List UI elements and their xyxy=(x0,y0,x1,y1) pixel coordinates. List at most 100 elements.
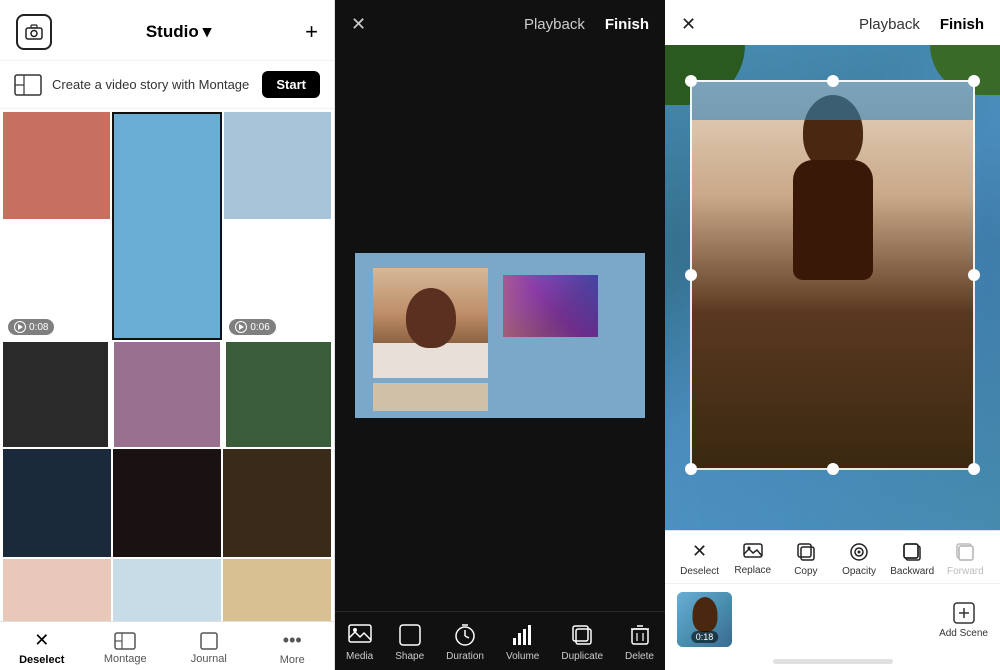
tool-duplicate-label: Duplicate xyxy=(561,651,603,662)
grid-row-1: 0:08 0:06 xyxy=(3,112,331,340)
tab-deselect-label: Deselect xyxy=(19,654,64,666)
finish-button[interactable]: Finish xyxy=(605,16,649,33)
studio-header: Studio ▾ + xyxy=(0,0,334,61)
scene-thumbnail[interactable]: 0:18 xyxy=(677,592,732,647)
scene-strip: 0:18 Add Scene xyxy=(665,583,1000,655)
photo-cell[interactable] xyxy=(114,342,219,447)
overlay-playback-button[interactable]: Playback xyxy=(859,16,920,33)
overlay-finish-button[interactable]: Finish xyxy=(940,16,984,33)
tool-backward[interactable]: Backward xyxy=(890,542,934,577)
photo-cell[interactable] xyxy=(3,342,108,447)
shape-icon xyxy=(399,624,421,646)
tool-media[interactable]: Media xyxy=(346,624,373,662)
add-scene-button[interactable]: Add Scene xyxy=(939,601,988,639)
backward-icon xyxy=(902,542,922,562)
collage-frame[interactable] xyxy=(355,253,645,418)
photo-cell[interactable] xyxy=(3,449,111,557)
tool-duration-label: Duration xyxy=(446,651,484,662)
montage-banner-left: Create a video story with Montage xyxy=(14,74,249,96)
collage-piece-1[interactable] xyxy=(373,268,488,378)
tab-journal[interactable]: Journal xyxy=(179,632,239,665)
photo-cell[interactable] xyxy=(113,449,221,557)
playback-button[interactable]: Playback xyxy=(524,16,585,33)
media-icon xyxy=(348,624,372,646)
tool-shape[interactable]: Shape xyxy=(395,624,424,662)
handle-middle-left[interactable] xyxy=(685,269,697,281)
tool-duplicate[interactable]: Duplicate xyxy=(561,624,603,662)
tool-shape-label: Shape xyxy=(395,651,424,662)
more-icon: ••• xyxy=(283,630,302,651)
photo-cell[interactable]: 0:08 xyxy=(3,112,110,340)
video-badge: 0:06 xyxy=(229,319,275,335)
tool-delete-label: Delete xyxy=(625,651,654,662)
tab-montage[interactable]: Montage xyxy=(95,632,155,665)
montage-icon xyxy=(14,74,42,96)
editor-header-center: Playback Finish xyxy=(524,16,649,33)
collage-piece-3[interactable] xyxy=(373,383,488,411)
tool-copy[interactable]: Copy xyxy=(784,542,828,577)
studio-label: Studio xyxy=(146,22,199,42)
photo-cell[interactable] xyxy=(3,559,111,621)
tab-more-label: More xyxy=(280,654,305,666)
bottom-tab-bar: ✕ Deselect Montage Journal ••• More xyxy=(0,621,334,670)
tool-duration[interactable]: Duration xyxy=(446,624,484,662)
overlay-close-button[interactable]: ✕ xyxy=(681,14,696,35)
tool-opacity[interactable]: Opacity xyxy=(837,542,881,577)
duplicate-icon xyxy=(571,624,593,646)
tool-deselect[interactable]: ✕ Deselect xyxy=(678,541,722,577)
tool-forward-label: Forward xyxy=(947,566,984,577)
panel-editor: ✕ Playback Finish xyxy=(335,0,665,670)
tab-montage-label: Montage xyxy=(104,653,147,665)
tab-more[interactable]: ••• More xyxy=(262,630,322,666)
handle-top-left[interactable] xyxy=(685,75,697,87)
editor-close-button[interactable]: ✕ xyxy=(351,14,366,35)
montage-icon xyxy=(114,632,136,650)
handle-bottom-left[interactable] xyxy=(685,463,697,475)
tool-copy-label: Copy xyxy=(794,566,817,577)
handle-middle-right[interactable] xyxy=(968,269,980,281)
duration-icon xyxy=(454,624,476,646)
tab-deselect[interactable]: ✕ Deselect xyxy=(12,630,72,666)
deselect-icon: ✕ xyxy=(34,630,49,651)
start-button[interactable]: Start xyxy=(262,71,320,98)
grid-row-4 xyxy=(3,559,331,621)
handle-bottom-middle[interactable] xyxy=(827,463,839,475)
tool-opacity-label: Opacity xyxy=(842,566,876,577)
photo-cell[interactable] xyxy=(226,342,331,447)
bottom-indicator xyxy=(773,659,893,664)
photo-grid: 0:08 0:06 xyxy=(0,109,334,621)
photo-cell[interactable]: 0:06 xyxy=(224,112,331,340)
tool-forward[interactable]: Forward xyxy=(943,542,987,577)
forward-icon xyxy=(955,542,975,562)
tool-volume[interactable]: Volume xyxy=(506,624,539,662)
studio-title[interactable]: Studio ▾ xyxy=(146,22,211,42)
tool-backward-label: Backward xyxy=(890,566,934,577)
photo-cell[interactable] xyxy=(223,559,331,621)
studio-chevron-icon: ▾ xyxy=(203,22,212,42)
copy-icon xyxy=(796,542,816,562)
delete-icon xyxy=(630,624,650,646)
add-scene-icon xyxy=(952,601,976,625)
photo-cell[interactable] xyxy=(223,449,331,557)
selection-frame[interactable] xyxy=(690,80,975,470)
journal-icon xyxy=(200,632,218,650)
add-scene-label: Add Scene xyxy=(939,628,988,639)
collage-piece-2[interactable] xyxy=(503,275,598,337)
tool-replace-label: Replace xyxy=(734,565,771,576)
photo-cell-selected[interactable] xyxy=(112,112,223,340)
photo-cell[interactable] xyxy=(113,559,221,621)
tool-replace[interactable]: Replace xyxy=(731,543,775,576)
tool-volume-label: Volume xyxy=(506,651,539,662)
scene-duration: 0:18 xyxy=(691,631,719,643)
tool-delete[interactable]: Delete xyxy=(625,624,654,662)
tab-journal-label: Journal xyxy=(191,653,227,665)
editor-canvas xyxy=(335,0,665,611)
handle-bottom-right[interactable] xyxy=(968,463,980,475)
editor-header: ✕ Playback Finish xyxy=(335,0,665,49)
add-button[interactable]: + xyxy=(305,19,318,45)
main-photo xyxy=(665,45,1000,530)
video-badge: 0:08 xyxy=(8,319,54,335)
handle-top-middle[interactable] xyxy=(827,75,839,87)
deselect-icon: ✕ xyxy=(692,541,707,562)
handle-top-right[interactable] xyxy=(968,75,980,87)
